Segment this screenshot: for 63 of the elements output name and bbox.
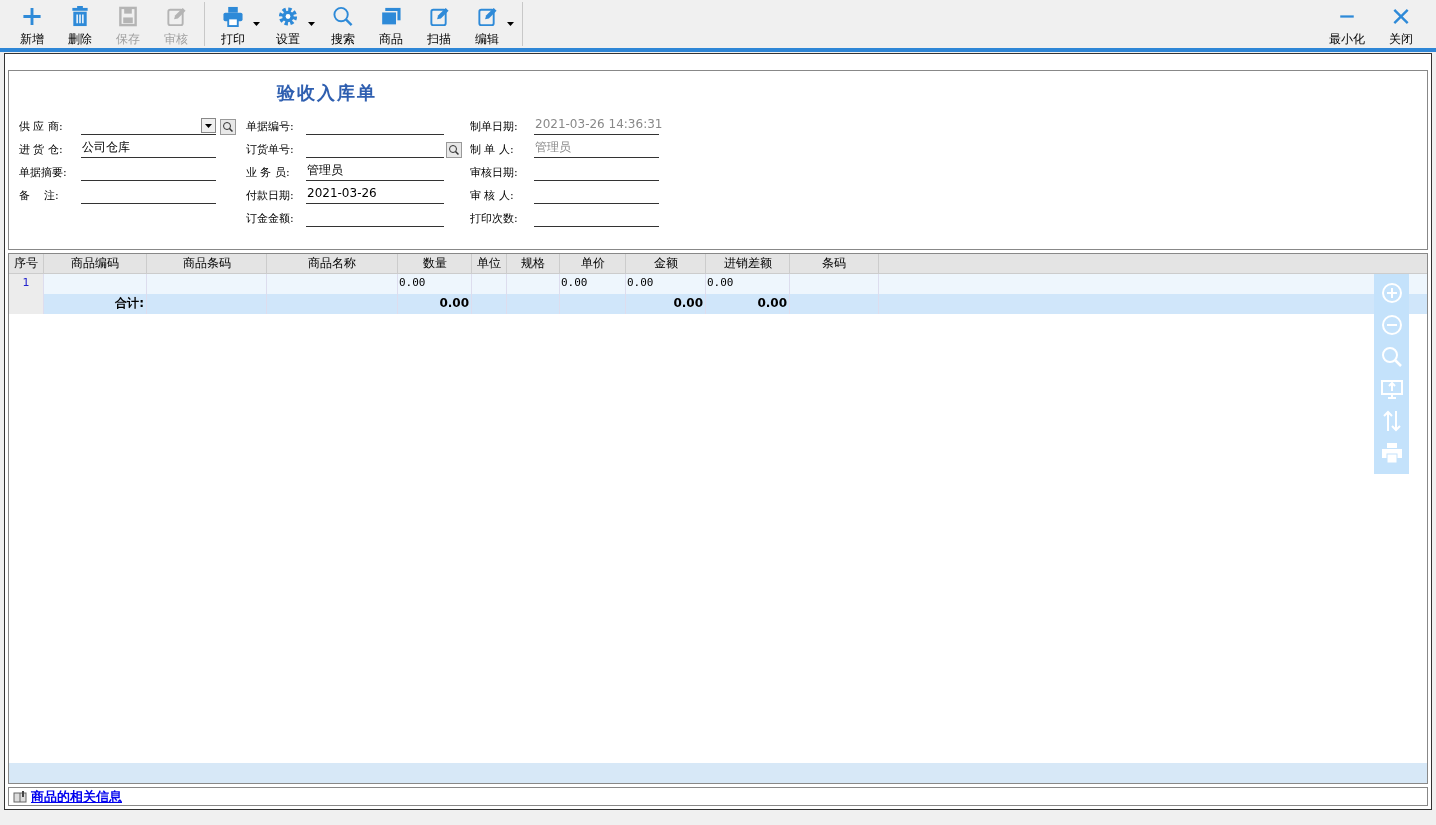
trash-icon [69,6,91,27]
minimize-button[interactable]: 最小化 [1324,0,1370,48]
plus-icon [21,6,43,27]
toolbar-button[interactable]: 新增 [8,0,56,48]
toolbar-button[interactable]: 设置 [264,0,312,48]
input-field[interactable]: 管理员 [306,162,444,181]
column-header[interactable]: 序号 [9,254,44,273]
field-label: 制单日期: [470,118,519,135]
column-header[interactable]: 进销差额 [706,254,790,273]
column-header[interactable]: 单位 [472,254,507,273]
field-label: 订货单号: [246,141,295,158]
toolbar-button[interactable]: 搜索 [319,0,367,48]
field-label: 备 注: [19,187,60,204]
toolbar-button[interactable]: 扫描 [415,0,463,48]
input-field[interactable]: 公司仓库 [81,139,216,158]
total-label: 合计: [44,294,147,314]
field-label: 审核日期: [470,164,519,181]
edit-icon [428,6,450,27]
input-field[interactable] [81,116,216,135]
dropdown-caret-icon[interactable] [308,22,315,26]
row-header [9,294,44,314]
stacked-windows-icon [380,6,402,27]
form-title: 验收入库单 [277,81,377,105]
field-label: 单据编号: [246,118,295,135]
toolbar-button[interactable]: 商品 [367,0,415,48]
field-label: 进 货 仓: [19,141,64,158]
search-icon [332,6,354,27]
column-header[interactable]: 单价 [560,254,626,273]
toolbar-button[interactable]: 删除 [56,0,104,48]
column-header[interactable]: 商品条码 [147,254,267,273]
field-label: 审 核 人: [470,187,515,204]
dropdown-caret-icon[interactable] [253,22,260,26]
column-header[interactable]: 商品名称 [267,254,398,273]
edit-icon [165,6,187,27]
field-label: 打印次数: [470,210,519,227]
column-header[interactable]: 条码 [790,254,879,273]
field-label: 单据摘要: [19,164,68,181]
settings-icon [277,6,299,27]
table-cell: 0.00 [706,294,790,314]
table-cell: 0.00 [626,294,706,314]
column-header[interactable]: 商品编码 [44,254,147,273]
close-button[interactable]: 关闭 [1378,0,1424,48]
table-cell: 0.00 [398,294,472,314]
search-icon[interactable] [446,142,462,158]
input-field[interactable]: 2021-03-26 [306,185,444,204]
toolbar-button[interactable]: 打印 [209,0,257,48]
info-link[interactable]: 商品的相关信息 [31,786,122,807]
field-label: 业 务 员: [246,164,291,181]
input-field[interactable]: 管理员 [534,139,659,158]
column-header[interactable]: 数量 [398,254,472,273]
field-label: 供 应 商: [19,118,64,135]
field-label: 制 单 人: [470,141,515,158]
book-icon [13,790,27,803]
edit-icon [476,6,498,27]
search-icon[interactable] [220,119,236,135]
dropdown-caret-icon[interactable] [507,22,514,26]
field-label: 订金金额: [246,210,295,227]
toolbar-button[interactable]: 编辑 [463,0,511,48]
row-number: 1 [9,274,44,294]
column-header[interactable]: 规格 [507,254,560,273]
field-label: 付款日期: [246,187,295,204]
printer-icon [222,6,244,27]
column-header[interactable]: 金额 [626,254,706,273]
